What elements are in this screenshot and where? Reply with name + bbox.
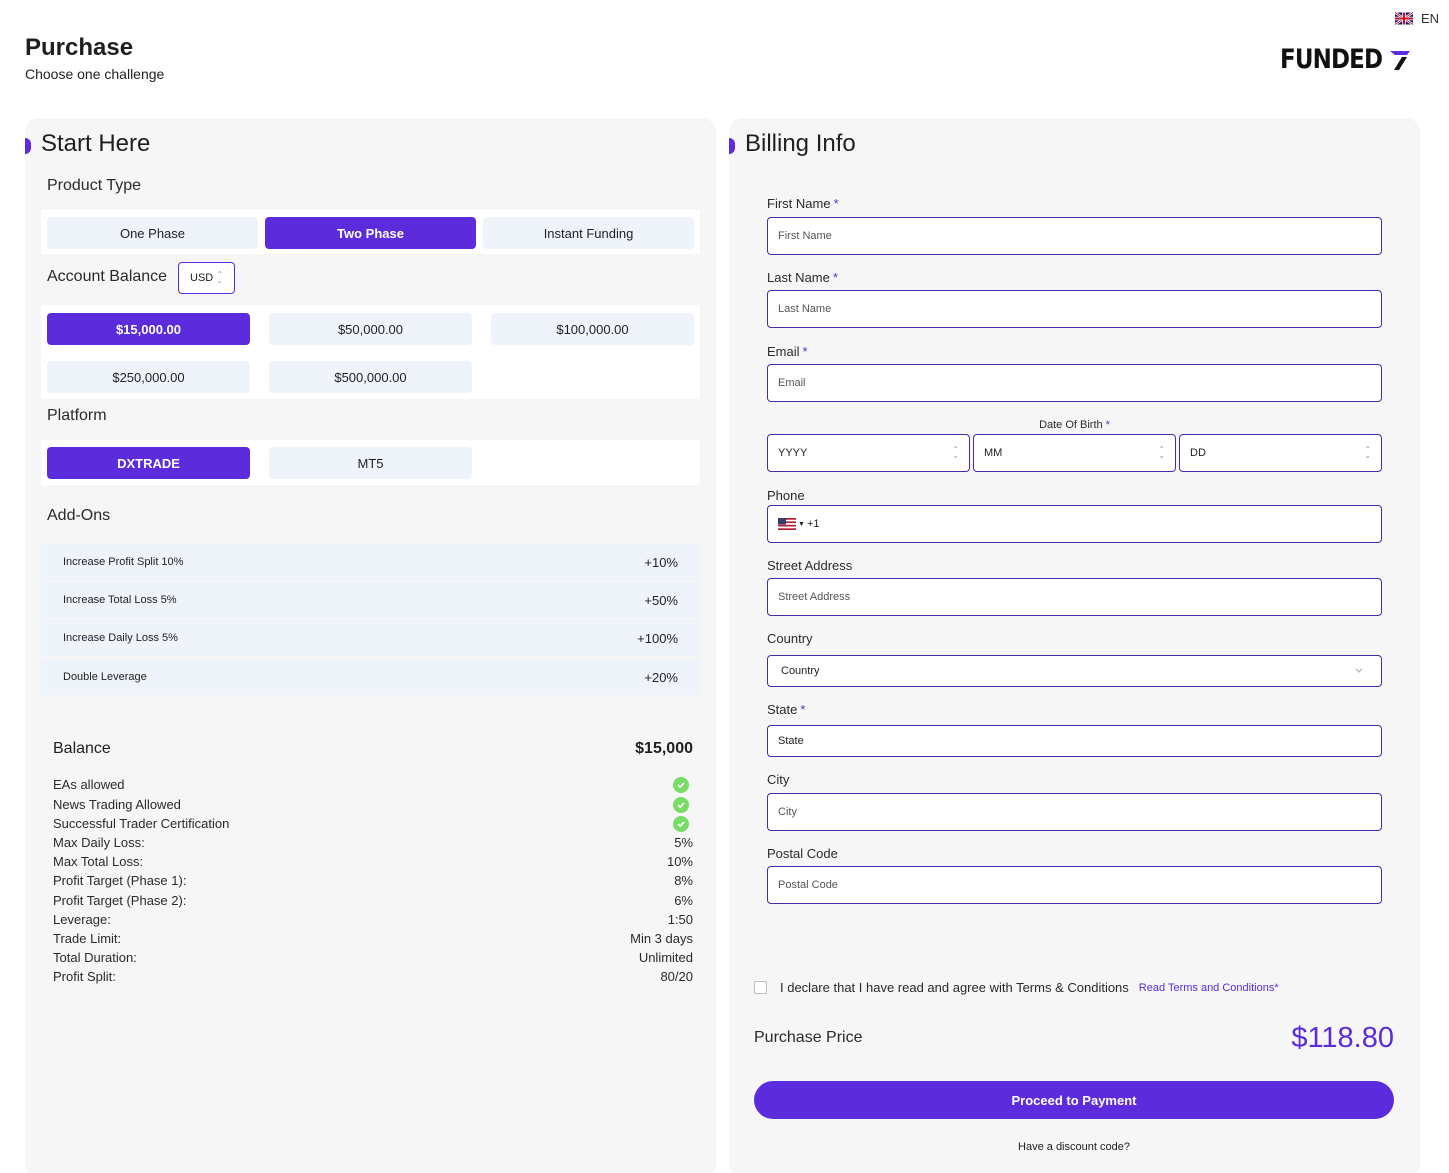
currency-select[interactable]: USD ⌃ ⌄ bbox=[178, 262, 235, 294]
page-subtitle: Choose one challenge bbox=[25, 66, 165, 82]
postal-label: Postal Code bbox=[767, 846, 838, 861]
discount-code-link[interactable]: Have a discount code? bbox=[754, 1141, 1394, 1153]
updown-icon: ⌃ ⌄ bbox=[952, 445, 959, 460]
balance-value: $15,000 bbox=[635, 740, 693, 757]
dob-label: Date Of Birth * bbox=[1039, 419, 1110, 431]
start-here-panel: Start Here Product Type One Phase Two Ph… bbox=[25, 118, 716, 1173]
title-accent-mark bbox=[729, 138, 735, 154]
updown-icon: ⌃ ⌄ bbox=[216, 270, 223, 285]
purchase-price-label: Purchase Price bbox=[754, 1029, 863, 1046]
check-icon bbox=[673, 815, 689, 832]
platform-mt5[interactable]: MT5 bbox=[269, 447, 472, 479]
us-flag-icon bbox=[778, 518, 796, 530]
addon-daily-loss[interactable]: Increase Daily Loss 5% +100% bbox=[41, 620, 700, 656]
product-one-phase[interactable]: One Phase bbox=[47, 217, 258, 249]
last-name-label: Last Name * bbox=[767, 270, 838, 285]
balance-100000[interactable]: $100,000.00 bbox=[491, 313, 694, 345]
balance-250000[interactable]: $250,000.00 bbox=[47, 361, 250, 393]
brand-logo[interactable]: FUNDED bbox=[1280, 44, 1412, 75]
uk-flag-icon bbox=[1394, 12, 1413, 25]
page-title: Purchase bbox=[25, 34, 134, 61]
updown-icon: ⌃ ⌄ bbox=[1158, 445, 1165, 460]
phone-label: Phone bbox=[767, 488, 805, 503]
product-two-phase[interactable]: Two Phase bbox=[265, 217, 476, 249]
city-input[interactable] bbox=[767, 793, 1382, 831]
street-input[interactable] bbox=[767, 578, 1382, 616]
platform-group: DXTRADE MT5 bbox=[41, 440, 700, 485]
language-switcher[interactable]: EN bbox=[1394, 11, 1439, 26]
page-header: Purchase Choose one challenge bbox=[25, 34, 164, 82]
account-balance-group: $15,000.00 $50,000.00 $100,000.00 $250,0… bbox=[41, 305, 700, 399]
last-name-input[interactable] bbox=[767, 290, 1382, 328]
addon-double-leverage[interactable]: Double Leverage +20% bbox=[41, 659, 700, 695]
phone-country-code: +1 bbox=[806, 518, 820, 530]
platform-dxtrade[interactable]: DXTRADE bbox=[47, 447, 250, 479]
language-code: EN bbox=[1420, 11, 1439, 26]
billing-info-title: Billing Info bbox=[729, 130, 856, 158]
state-select[interactable]: State bbox=[767, 725, 1382, 757]
spec-leverage: Leverage: 1:50 bbox=[53, 912, 693, 927]
spec-certification: Successful Trader Certification bbox=[53, 814, 693, 833]
billing-info-panel: Billing Info First Name* Last Name* Emai… bbox=[729, 118, 1420, 1173]
product-type-group: One Phase Two Phase Instant Funding bbox=[41, 210, 700, 254]
spec-total-duration: Total Duration: Unlimited bbox=[53, 950, 693, 965]
spec-eas: EAs allowed bbox=[53, 775, 693, 794]
proceed-to-payment-button[interactable]: Proceed to Payment bbox=[754, 1081, 1394, 1119]
product-type-label: Product Type bbox=[47, 177, 141, 194]
logo-text: FUNDED bbox=[1280, 44, 1383, 75]
terms-link[interactable]: Read Terms and Conditions* bbox=[1139, 982, 1279, 994]
city-label: City bbox=[767, 772, 790, 787]
chevron-down-icon: ▼ bbox=[798, 520, 805, 528]
dob-day-select[interactable]: DD ⌃ ⌄ bbox=[1179, 434, 1382, 472]
start-here-title: Start Here bbox=[25, 130, 150, 158]
logo-seven-icon bbox=[1390, 50, 1411, 70]
email-input[interactable] bbox=[767, 364, 1382, 402]
street-label: Street Address bbox=[767, 558, 853, 573]
addon-total-loss[interactable]: Increase Total Loss 5% +50% bbox=[41, 582, 700, 618]
dob-year-select[interactable]: YYYY ⌃ ⌄ bbox=[767, 434, 970, 472]
balance-15000[interactable]: $15,000.00 bbox=[47, 313, 250, 345]
spec-profit-split: Profit Split: 80/20 bbox=[53, 969, 693, 984]
check-icon bbox=[673, 776, 689, 793]
addon-profit-split[interactable]: Increase Profit Split 10% +10% bbox=[41, 544, 700, 580]
product-instant-funding[interactable]: Instant Funding bbox=[483, 217, 694, 249]
balance-500000[interactable]: $500,000.00 bbox=[269, 361, 472, 393]
terms-row: I declare that I have read and agree wit… bbox=[754, 980, 1279, 995]
balance-summary: Balance $15,000 bbox=[53, 740, 693, 758]
spec-profit-target-1: Profit Target (Phase 1): 8% bbox=[53, 873, 693, 888]
purchase-price-value: $118.80 bbox=[1291, 1022, 1394, 1054]
email-label: Email * bbox=[767, 344, 808, 359]
updown-icon: ⌃ ⌄ bbox=[1364, 445, 1371, 460]
phone-input[interactable]: ▼ +1 bbox=[767, 505, 1382, 543]
spec-max-daily-loss: Max Daily Loss: 5% bbox=[53, 835, 693, 850]
chevron-down-icon bbox=[1355, 668, 1363, 673]
spec-max-total-loss: Max Total Loss: 10% bbox=[53, 854, 693, 869]
balance-50000[interactable]: $50,000.00 bbox=[269, 313, 472, 345]
first-name-input[interactable] bbox=[767, 217, 1382, 255]
account-balance-label: Account Balance bbox=[47, 268, 168, 285]
spec-news-trading: News Trading Allowed bbox=[53, 795, 693, 814]
postal-input[interactable] bbox=[767, 866, 1382, 904]
dob-month-select[interactable]: MM ⌃ ⌄ bbox=[973, 434, 1176, 472]
state-label: State * bbox=[767, 702, 806, 717]
title-accent-mark bbox=[25, 138, 31, 154]
balance-label: Balance bbox=[53, 740, 111, 757]
spec-trade-limit: Trade Limit: Min 3 days bbox=[53, 931, 693, 946]
terms-checkbox[interactable] bbox=[754, 981, 767, 994]
spec-profit-target-2: Profit Target (Phase 2): 6% bbox=[53, 893, 693, 908]
country-select[interactable]: Country bbox=[767, 655, 1382, 687]
terms-text: I declare that I have read and agree wit… bbox=[780, 980, 1129, 995]
first-name-label: First Name * bbox=[767, 196, 839, 211]
platform-label: Platform bbox=[47, 407, 107, 424]
addons-label: Add-Ons bbox=[47, 507, 111, 524]
country-label: Country bbox=[767, 631, 813, 646]
check-icon bbox=[673, 796, 689, 813]
